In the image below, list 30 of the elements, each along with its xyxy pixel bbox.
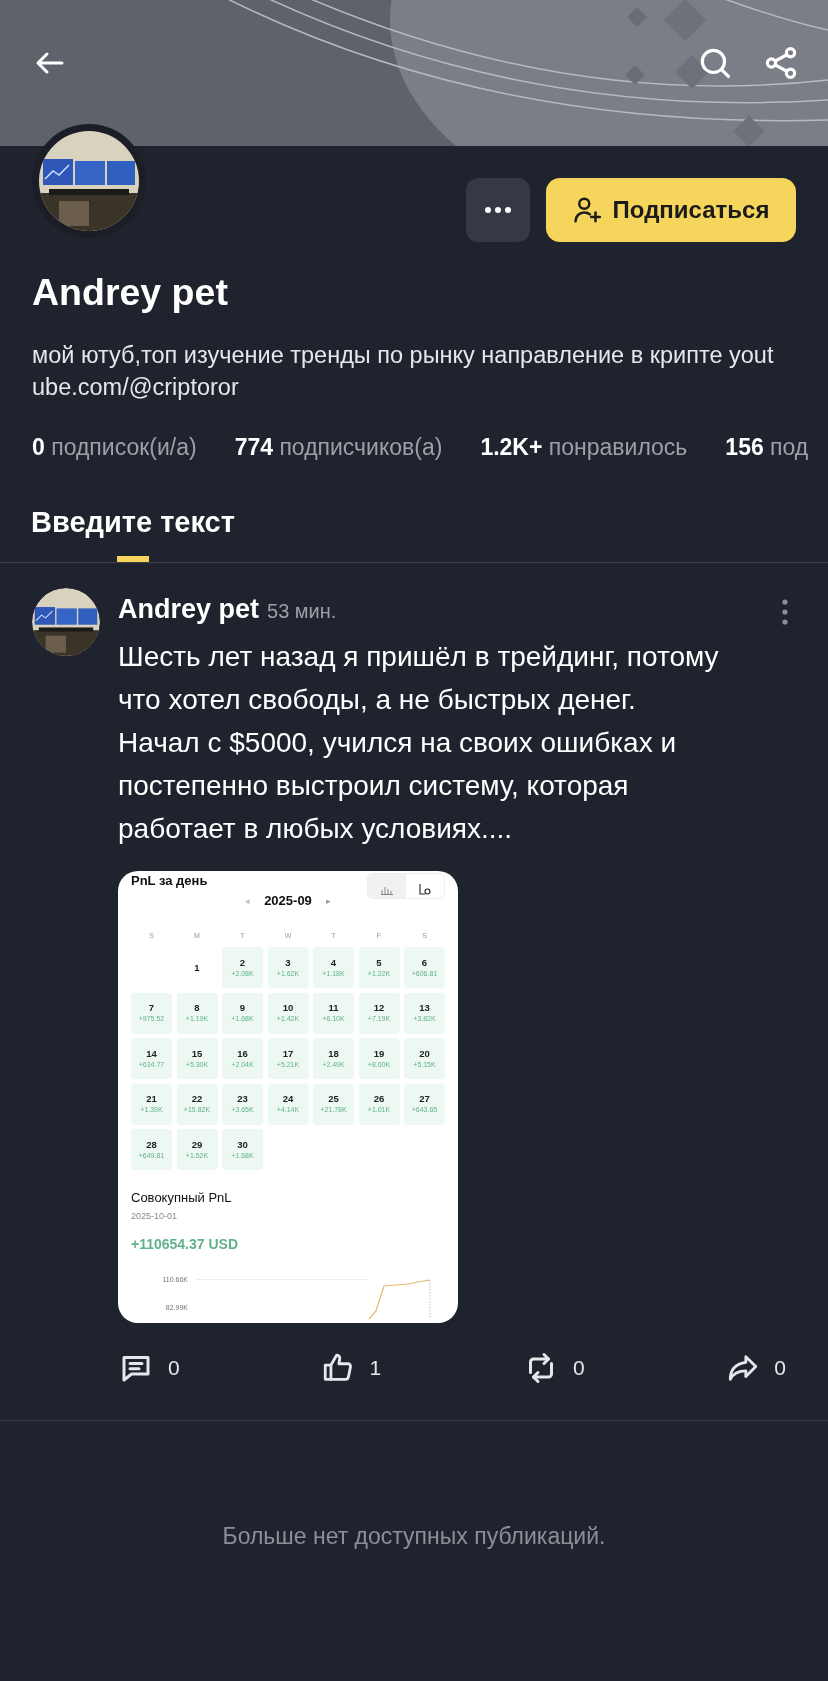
stat[interactable]: 1.2K+ понравилось xyxy=(480,433,688,461)
chart-line xyxy=(368,1279,432,1319)
kebab-icon xyxy=(782,599,788,625)
more-button[interactable] xyxy=(466,178,530,242)
stat[interactable]: 774 подписчиков(а) xyxy=(234,433,443,461)
summary-total: +110654.37 USD xyxy=(131,1235,239,1253)
comment-button[interactable]: 0 xyxy=(118,1350,180,1386)
more-icon xyxy=(485,207,511,213)
repost-button[interactable]: 0 xyxy=(522,1350,585,1386)
stat[interactable]: 156 под xyxy=(725,433,809,461)
post-text: Шесть лет назад я пришёл в трейдинг, потому что хотел свободы, а не быстрых денег. Начал с $5000, учился на своих ошибках и постепенно выстроил систему, которая работает в любых условиях.... xyxy=(118,640,720,846)
view-toggle[interactable] xyxy=(367,873,445,899)
calendar-month: 2025-09 xyxy=(264,893,312,909)
share-button[interactable]: 0 xyxy=(726,1351,786,1385)
like-button[interactable]: 1 xyxy=(321,1351,382,1385)
stat[interactable]: 0 подписок(и/а) xyxy=(32,433,197,461)
post-time: 53 мин. xyxy=(267,599,337,624)
profile-bio: мой ютуб,топ изучение тренды по рынку направление в крипте yout ube.com/@criptoror xyxy=(32,341,774,402)
add-user-icon xyxy=(572,195,603,225)
tab[interactable]: Введите текст xyxy=(31,504,235,562)
summary-title: Совокупный PnL xyxy=(131,1189,232,1207)
end-of-feed-message: Больше нет доступных публикаций. xyxy=(222,1524,606,1548)
summary-date: 2025-10-01 xyxy=(131,1210,178,1222)
calendar-icon xyxy=(419,883,431,895)
subscribe-button[interactable]: Подписаться xyxy=(546,178,796,242)
calendar-title: PnL за день xyxy=(131,873,208,889)
bar-chart-icon xyxy=(381,886,393,895)
kebab-menu-button[interactable] xyxy=(782,599,788,625)
post-author[interactable]: Andrey pet xyxy=(118,593,260,625)
profile-name: Andrey pet xyxy=(32,270,228,314)
